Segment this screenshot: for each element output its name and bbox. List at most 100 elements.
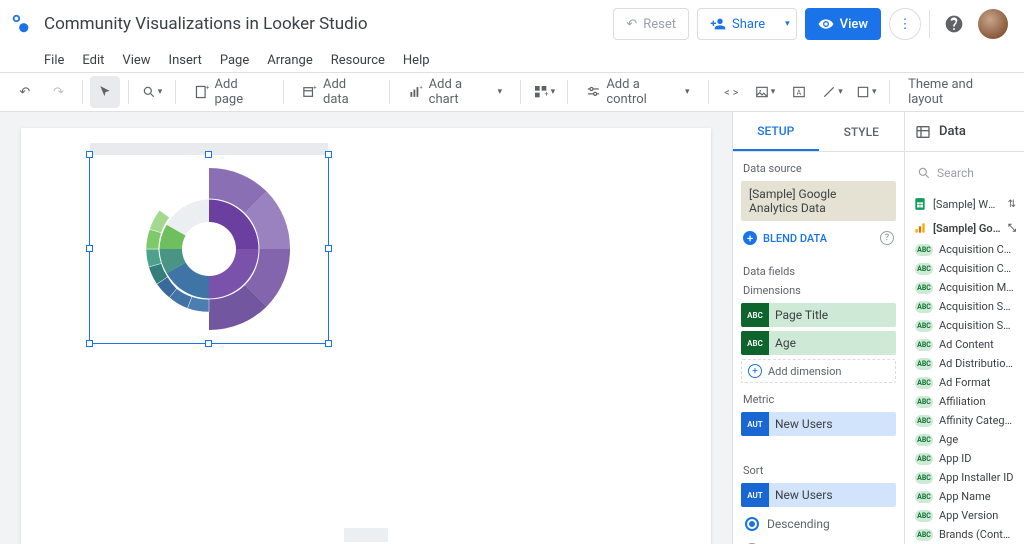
menu-resource[interactable]: Resource xyxy=(331,53,385,68)
add-dimension-button[interactable]: +Add dimension xyxy=(741,359,896,383)
zoom-button[interactable]: ▾ xyxy=(137,76,167,108)
user-avatar[interactable] xyxy=(978,9,1008,39)
add-chart-button[interactable]: +Add a chart▾ xyxy=(398,76,512,108)
style-tab[interactable]: STYLE xyxy=(819,112,905,151)
collapse-icon[interactable]: ⤡ xyxy=(1008,223,1016,234)
field-type-badge: ABC xyxy=(915,358,933,370)
field-row[interactable]: ABCAcquisition Medium xyxy=(905,278,1024,297)
menu-view[interactable]: View xyxy=(122,53,150,68)
redo-button[interactable]: ↷ xyxy=(44,76,74,108)
shape-icon xyxy=(856,85,870,99)
selection-tool[interactable] xyxy=(90,76,120,108)
resize-handle[interactable] xyxy=(86,245,93,252)
dimension-chip[interactable]: ABCPage Title xyxy=(741,303,896,327)
resize-handle[interactable] xyxy=(325,151,332,158)
add-data-icon: + xyxy=(302,84,317,100)
field-type-badge: ABC xyxy=(915,415,933,427)
report-canvas[interactable] xyxy=(21,128,711,544)
metric-label: Metric xyxy=(733,391,904,412)
metric-chip[interactable]: AUTNew Users xyxy=(741,412,896,436)
field-type-badge: ABC xyxy=(915,244,933,256)
field-row[interactable]: ABCAd Content xyxy=(905,335,1024,354)
resize-handle[interactable] xyxy=(325,340,332,347)
dimensions-label: Dimensions xyxy=(733,284,904,303)
field-row[interactable]: ABCApp ID xyxy=(905,449,1024,468)
resize-handle[interactable] xyxy=(86,340,93,347)
reset-button[interactable]: ↶Reset xyxy=(613,8,689,40)
line-icon xyxy=(822,85,836,99)
field-name: Acquisition Campaign xyxy=(939,243,1016,256)
selected-chart[interactable] xyxy=(89,154,329,344)
resize-handle[interactable] xyxy=(325,245,332,252)
dimension-chip[interactable]: ABCAge xyxy=(741,331,896,355)
field-row[interactable]: ABCAcquisition Channel xyxy=(905,259,1024,278)
image-button[interactable]: ▾ xyxy=(750,76,780,108)
help-icon[interactable]: ? xyxy=(880,231,894,245)
field-row[interactable]: ABC Acquisition Campaign xyxy=(905,240,1024,259)
expand-icon[interactable]: ⇅ xyxy=(1008,199,1016,210)
menu-help[interactable]: Help xyxy=(403,53,430,68)
resize-handle[interactable] xyxy=(86,151,93,158)
field-row[interactable]: ABCAge xyxy=(905,430,1024,449)
field-name: Acquisition Source / ... xyxy=(939,319,1016,332)
menu-arrange[interactable]: Arrange xyxy=(267,53,312,68)
help-button[interactable] xyxy=(938,8,970,40)
data-icon xyxy=(915,124,931,140)
canvas-area[interactable] xyxy=(0,112,732,544)
field-row[interactable]: ABCApp Installer ID xyxy=(905,468,1024,487)
field-row[interactable]: ABC Acquisition Source / ... xyxy=(905,316,1024,335)
shape-button[interactable]: ▾ xyxy=(851,76,881,108)
field-row[interactable]: ABCAd Distribution Netw... xyxy=(905,354,1024,373)
add-page-button[interactable]: +Add page xyxy=(184,76,276,108)
data-panel-title: Data xyxy=(939,124,966,139)
share-button[interactable]: Share xyxy=(697,8,778,40)
field-row[interactable]: ABCAd Format xyxy=(905,373,1024,392)
line-button[interactable]: ▾ xyxy=(818,76,848,108)
menu-insert[interactable]: Insert xyxy=(169,53,202,68)
resize-handle[interactable] xyxy=(205,151,212,158)
field-row[interactable]: ABCAffinity Category (rea... xyxy=(905,411,1024,430)
field-type-badge: ABC xyxy=(915,320,933,332)
image-icon xyxy=(755,85,769,99)
add-control-button[interactable]: Add a control▾ xyxy=(576,76,700,108)
field-name: Affiliation xyxy=(939,395,986,408)
data-source-row[interactable]: [Sample] World Po... ⇅ xyxy=(905,192,1024,216)
sort-descending-radio[interactable]: Descending xyxy=(733,511,904,537)
menu-file[interactable]: File xyxy=(44,53,64,68)
view-button[interactable]: View xyxy=(805,8,881,40)
embed-button[interactable]: < > xyxy=(716,76,746,108)
control-icon xyxy=(586,84,601,100)
magnify-icon xyxy=(142,85,156,99)
field-type-badge: ABC xyxy=(915,282,933,294)
data-source-chip[interactable]: [Sample] Google Analytics Data xyxy=(741,181,896,221)
sort-ascending-radio[interactable]: Ascending xyxy=(733,537,904,544)
svg-text:+: + xyxy=(420,85,423,91)
community-viz-button[interactable]: +▾ xyxy=(529,76,559,108)
setup-tab[interactable]: SETUP xyxy=(733,112,819,151)
field-row[interactable]: ABCAcquisition Source xyxy=(905,297,1024,316)
data-search-input[interactable]: Search xyxy=(911,158,1018,188)
theme-layout-button[interactable]: Theme and layout xyxy=(898,76,1014,108)
text-button[interactable]: A xyxy=(784,76,814,108)
field-row[interactable]: ABCApp Version xyxy=(905,506,1024,525)
sort-chip[interactable]: AUTNew Users xyxy=(741,483,896,507)
menu-page[interactable]: Page xyxy=(220,53,249,68)
field-name: Age xyxy=(939,433,958,446)
field-row[interactable]: ABCBrands (Content Grou... xyxy=(905,525,1024,544)
person-add-icon xyxy=(710,16,726,32)
field-row[interactable]: ABCAffiliation xyxy=(905,392,1024,411)
resize-handle[interactable] xyxy=(205,340,212,347)
field-name: Ad Format xyxy=(939,376,990,389)
share-dropdown-button[interactable]: ▾ xyxy=(777,8,797,40)
field-row[interactable]: ABCApp Name xyxy=(905,487,1024,506)
undo-button[interactable]: ↶ xyxy=(10,76,40,108)
add-data-button[interactable]: +Add data xyxy=(292,76,381,108)
text-icon: A xyxy=(792,85,806,99)
menu-edit[interactable]: Edit xyxy=(82,53,104,68)
blend-data-button[interactable]: + BLEND DATA ? xyxy=(733,227,904,255)
sunburst-chart xyxy=(119,159,299,339)
field-name: App Version xyxy=(939,509,998,522)
data-source-row[interactable]: [Sample] Google A... ⤡ xyxy=(905,216,1024,240)
document-title[interactable]: Community Visualizations in Looker Studi… xyxy=(44,14,368,34)
more-options-button[interactable]: ⋮ xyxy=(889,8,921,40)
